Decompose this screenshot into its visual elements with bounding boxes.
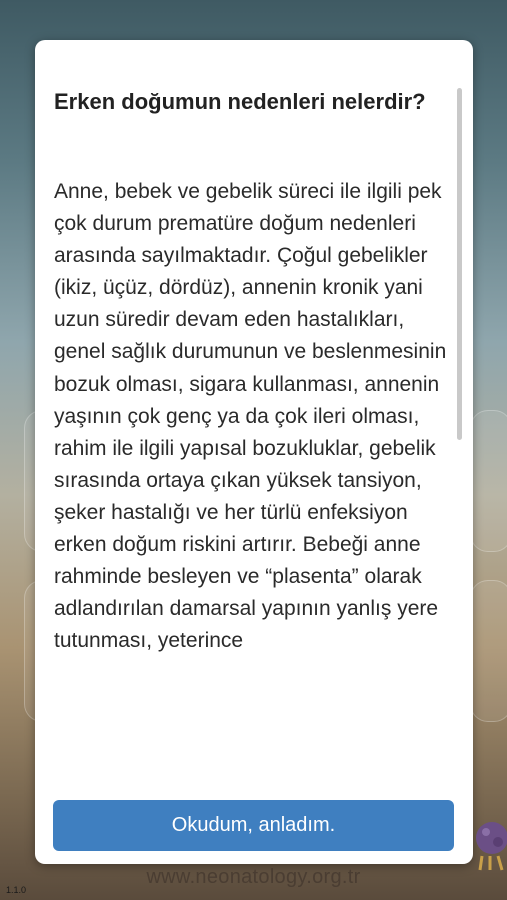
scrollbar[interactable] — [457, 88, 462, 440]
version-label: 1.1.0 — [6, 885, 27, 895]
dialog-content[interactable]: Erken doğumun nedenleri nelerdir? Anne, … — [35, 40, 473, 762]
purple-mascot-icon — [476, 822, 507, 871]
scroll-fade — [35, 732, 473, 762]
background-card-right-2 — [470, 580, 507, 722]
background-card-right — [470, 410, 507, 552]
info-dialog: Erken doğumun nedenleri nelerdir? Anne, … — [35, 40, 473, 864]
dialog-body-text: Anne, bebek ve gebelik süreci ile ilgili… — [54, 180, 447, 653]
ok-button[interactable]: Okudum, anladım. — [53, 800, 454, 851]
footer-url: www.neonatology.org.tr — [146, 866, 361, 888]
dialog-title: Erken doğumun nedenleri nelerdir? — [54, 89, 426, 114]
